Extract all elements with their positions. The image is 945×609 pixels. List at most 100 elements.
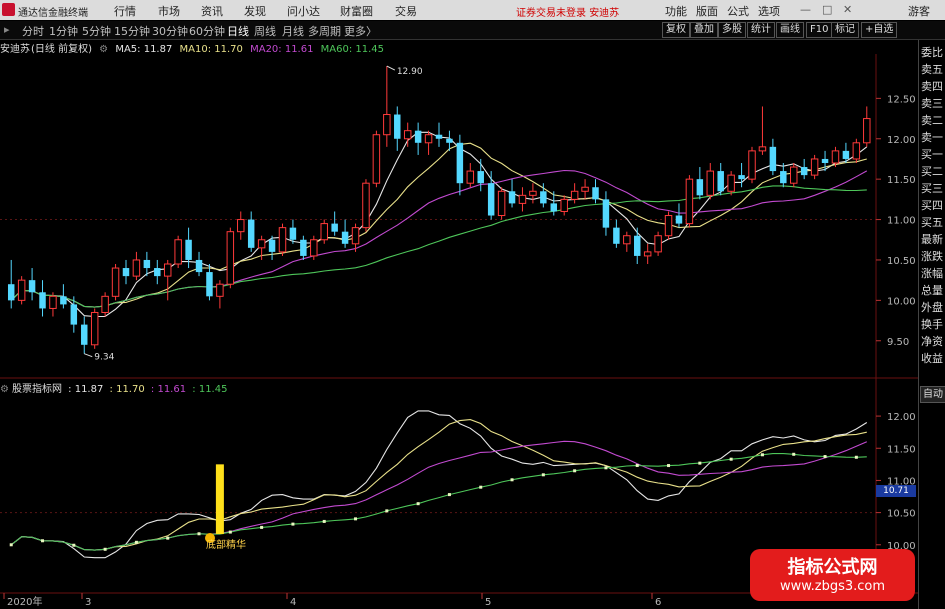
indicator-dot — [541, 473, 545, 477]
watermark-badge: 指标公式网 www.zbgs3.com — [750, 549, 915, 601]
period-tab[interactable]: 分时 — [22, 23, 44, 39]
candle-body — [320, 223, 328, 241]
menu-item[interactable]: 交易 — [395, 3, 417, 19]
tool-button[interactable]: 统计 — [747, 22, 775, 38]
minimize-icon[interactable]: — — [800, 3, 811, 16]
candle-body — [362, 182, 370, 229]
indicator-current-value: 10.71 — [876, 485, 916, 497]
quote-field-label: 涨跌 — [921, 250, 943, 263]
candle-body — [550, 203, 558, 212]
candle-body — [863, 118, 871, 144]
candle-body — [351, 227, 360, 245]
price-axis-label: 11.00 — [887, 216, 916, 227]
candle-body — [466, 170, 475, 184]
indicator-dot — [354, 517, 358, 521]
indicator-dot — [166, 536, 170, 540]
indicator-settings-icon[interactable]: ⚙ — [0, 384, 9, 395]
candle-body — [39, 292, 46, 309]
quote-field-label: 卖三 — [921, 97, 943, 110]
period-tab[interactable]: 多周期 — [308, 23, 341, 39]
date-axis-label: 6 — [655, 597, 661, 608]
indicator-dot — [197, 532, 201, 536]
indicator-v1: : 11.87 — [68, 384, 104, 395]
close-icon[interactable]: ✕ — [843, 3, 852, 16]
candle-body — [163, 263, 172, 277]
period-tab[interactable]: 月线 — [282, 23, 304, 39]
tool-button[interactable]: 画线 — [776, 22, 804, 38]
period-tab[interactable]: 60分钟 — [189, 23, 225, 39]
candle-body — [790, 166, 798, 184]
quote-field-label: 换手 — [921, 318, 943, 331]
menu-item-right[interactable]: 版面 — [696, 3, 718, 19]
candle-body — [268, 239, 276, 252]
quote-field-label: 卖一 — [921, 131, 943, 144]
candle-body — [300, 239, 307, 256]
candle-body — [247, 219, 255, 248]
period-toolbar: ▸ 分时 1分钟 5分钟 15分钟 30分钟 60分钟 日线 周线 月线 多周期… — [0, 21, 945, 40]
watermark-url: www.zbgs3.com — [779, 579, 886, 594]
kline-chart[interactable]: 12.50 12.00 11.50 11.00 10.50 10.00 9.50 12.90 9… — [0, 40, 918, 609]
tool-button[interactable]: 标记 — [831, 22, 859, 38]
candle-body — [738, 175, 745, 180]
period-tab[interactable]: 15分钟 — [114, 23, 150, 39]
indicator-dot — [792, 452, 796, 456]
quote-field-label: 委比 — [921, 46, 943, 59]
quote-field-label: 最新 — [921, 233, 943, 246]
price-axis-label: 12.00 — [887, 135, 916, 146]
indicator-dot — [447, 493, 451, 497]
candle-body — [143, 259, 151, 269]
period-tab[interactable]: 30分钟 — [152, 23, 188, 39]
candle-body — [122, 268, 130, 277]
low-annotation: 9.34 — [94, 353, 114, 363]
tool-button[interactable]: 多股 — [718, 22, 746, 38]
menu-item-right[interactable]: 功能 — [665, 3, 687, 19]
candle-body — [289, 227, 297, 240]
menu-item[interactable]: 行情 — [114, 3, 136, 19]
indicator-dot — [854, 455, 858, 459]
period-tab[interactable]: 周线 — [254, 23, 276, 39]
menu-item[interactable]: 问小达 — [287, 3, 320, 19]
menu-item-right[interactable]: 选项 — [758, 3, 780, 19]
candle-body — [706, 170, 715, 196]
app-title: 通达信金融终端 — [18, 8, 88, 19]
indicator-dot — [228, 530, 232, 534]
candle-body — [727, 174, 735, 192]
period-tab-active[interactable]: 日线 — [227, 23, 249, 39]
menu-item[interactable]: 财富圈 — [340, 3, 373, 19]
auto-button[interactable]: 自动 — [920, 386, 945, 403]
quote-field-label: 卖四 — [921, 80, 943, 93]
menu-item[interactable]: 市场 — [158, 3, 180, 19]
period-tab[interactable]: 1分钟 — [49, 23, 78, 39]
menu-item-right[interactable]: 公式 — [727, 3, 749, 19]
add-watchlist-button[interactable]: +自选 — [861, 22, 898, 38]
candle-body — [216, 283, 224, 297]
period-tab[interactable]: 5分钟 — [82, 23, 111, 39]
menu-item[interactable]: 资讯 — [201, 3, 223, 19]
tool-button[interactable]: 叠加 — [690, 22, 718, 38]
low-pointer — [84, 353, 93, 358]
candle-body — [257, 239, 266, 249]
pin-icon[interactable]: ▸ — [4, 23, 10, 36]
menu-item[interactable]: 发现 — [244, 3, 266, 19]
candle-body — [111, 267, 120, 297]
indicator-dot — [260, 525, 264, 529]
maximize-icon[interactable]: □ — [822, 3, 832, 16]
candle-body — [800, 167, 808, 176]
candle-body — [581, 186, 589, 192]
guest-label[interactable]: 游客 — [908, 3, 930, 19]
indicator-dot — [635, 463, 639, 467]
login-notice[interactable]: 证券交易未登录 安迪苏 — [516, 4, 619, 19]
quote-field-label: 涨幅 — [921, 267, 943, 280]
candle-body — [477, 171, 484, 184]
indicator-dot — [667, 464, 671, 468]
candle-body — [529, 190, 537, 196]
price-axis-label: 9.50 — [887, 337, 909, 348]
indicator-dot — [823, 455, 827, 459]
date-axis-label: 2020年 — [7, 595, 42, 608]
period-tab-more[interactable]: 更多〉 — [344, 23, 377, 39]
tool-button[interactable]: F10 — [806, 22, 833, 38]
candle-body — [383, 114, 391, 136]
indicator-v2: : 11.70 — [109, 384, 145, 395]
tool-button[interactable]: 复权 — [662, 22, 690, 38]
candle-body — [508, 191, 516, 204]
